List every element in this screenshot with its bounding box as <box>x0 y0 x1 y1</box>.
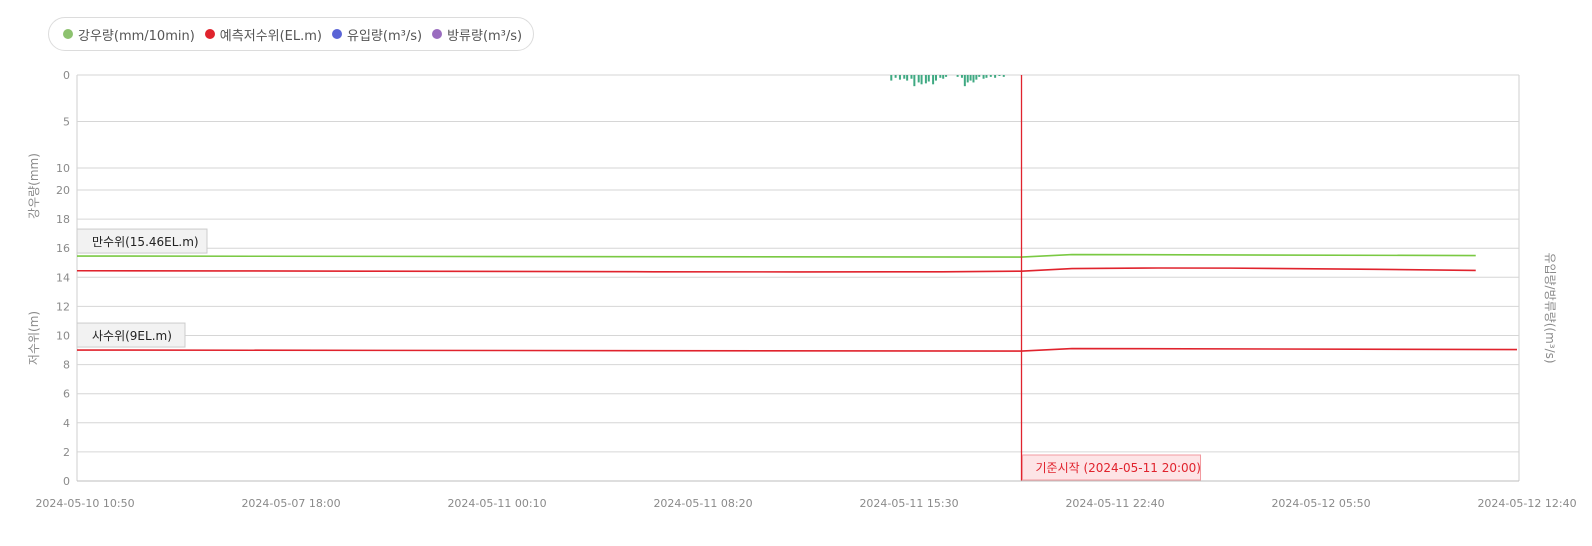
rainfall-bar <box>966 75 969 83</box>
rain-axis-title: 강우량(mm) <box>27 153 41 219</box>
rainfall-bar <box>898 75 901 80</box>
x-tick-label: 2024-05-12 12:40 <box>1477 497 1576 510</box>
x-tick-label: 2024-05-10 10:50 <box>35 497 134 510</box>
rainfall-bar <box>910 75 913 79</box>
level-tick-label: 2 <box>63 446 70 459</box>
level-tick-label: 4 <box>63 417 70 430</box>
level-tick-label: 6 <box>63 388 70 401</box>
level-tick-label: 20 <box>56 184 70 197</box>
rainfall-bar <box>906 75 909 81</box>
level-tick-label: 14 <box>56 271 70 284</box>
rainfall-bar <box>942 75 945 79</box>
rainfall-bar <box>920 75 923 85</box>
rain-tick-label: 5 <box>63 116 70 129</box>
rainfall-bar <box>890 75 893 81</box>
rainfall-bar <box>989 75 992 77</box>
x-tick-label: 2024-05-07 18:00 <box>241 497 340 510</box>
rainfall-bar <box>975 75 978 80</box>
reference-label: 사수위(9EL.m) <box>92 329 172 343</box>
reference-line <box>76 253 1476 258</box>
x-tick-label: 2024-05-11 15:30 <box>859 497 958 510</box>
rainfall-bar <box>956 75 959 77</box>
rainfall-bar <box>932 75 935 85</box>
rainfall-bar <box>982 75 985 79</box>
rainfall-bar <box>924 75 927 84</box>
rainfall-bar <box>963 75 966 87</box>
level-tick-label: 10 <box>56 330 70 343</box>
rain-tick-label: 10 <box>56 162 70 175</box>
rainfall-bar <box>994 75 997 78</box>
rainfall-bar <box>939 75 942 78</box>
reference-label: 만수위(15.46EL.m) <box>92 235 199 249</box>
series-line-predicted-level <box>76 267 1476 273</box>
level-tick-label: 0 <box>63 475 70 488</box>
rainfall-bar <box>960 75 963 78</box>
rainfall-bar <box>945 75 948 77</box>
flow-axis-title: 유입량/방류량((m³/s) <box>1543 252 1557 363</box>
rainfall-bar <box>1002 75 1005 77</box>
rainfall-bar <box>972 75 975 83</box>
level-tick-label: 8 <box>63 359 70 372</box>
x-tick-label: 2024-05-11 08:20 <box>653 497 752 510</box>
rainfall-bar <box>903 75 906 79</box>
rainfall-bar <box>917 75 920 83</box>
rain-tick-label: 0 <box>63 69 70 82</box>
chart-canvas: 0 5 10 0 2 4 6 8 10 12 14 16 18 20 강우량(mm) 저수위(m) 유입량/방류… <box>27 69 1577 510</box>
level-axis-title: 저수위(m) <box>27 311 41 365</box>
rainfall-bar <box>978 75 981 77</box>
now-marker-label: 기준시작 (2024-05-11 20:00) <box>1036 461 1201 475</box>
rainfall-bar <box>927 75 930 82</box>
reference-line <box>76 347 1518 352</box>
rainfall-bar <box>969 75 972 81</box>
x-tick-label: 2024-05-11 00:10 <box>447 497 546 510</box>
x-tick-label: 2024-05-12 05:50 <box>1271 497 1370 510</box>
rainfall-bar <box>894 75 897 78</box>
rainfall-bar <box>985 75 988 78</box>
level-tick-label: 12 <box>56 300 70 313</box>
x-tick-label: 2024-05-11 22:40 <box>1065 497 1164 510</box>
rainfall-bar <box>998 75 1001 76</box>
level-tick-label: 18 <box>56 213 70 226</box>
rainfall-bar <box>934 75 937 81</box>
rainfall-bar <box>913 75 916 87</box>
level-tick-label: 16 <box>56 242 70 255</box>
